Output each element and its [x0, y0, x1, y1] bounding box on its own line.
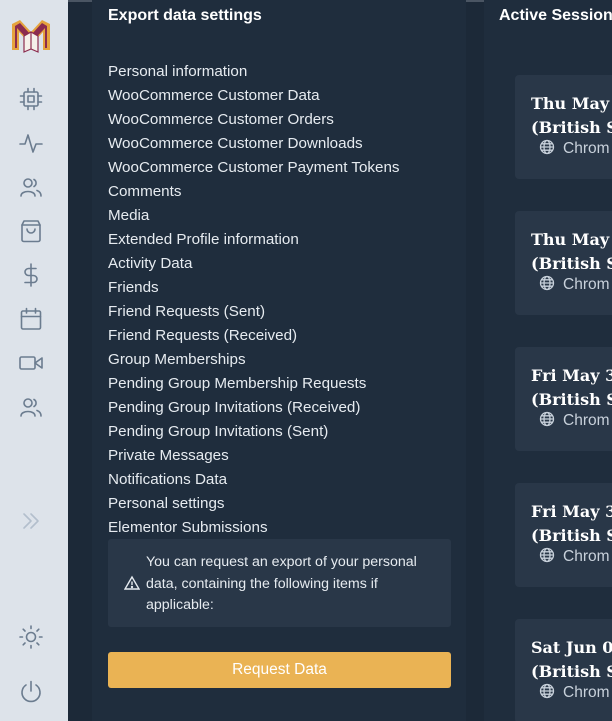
session-browser: Chrom — [539, 683, 610, 703]
session-date-line: Thu May 3 — [531, 230, 612, 249]
session-card[interactable]: Sat Jun 01 (British Su Chrom — [515, 619, 612, 721]
export-item: Friend Requests (Sent) — [108, 303, 266, 320]
session-date: Fri May 31 (British Su — [531, 500, 612, 548]
sun-icon[interactable] — [18, 624, 44, 650]
power-icon[interactable] — [18, 679, 44, 705]
session-browser-name: Chrom — [563, 412, 610, 429]
app-logo[interactable] — [10, 18, 52, 54]
users-icon[interactable] — [18, 174, 44, 200]
export-item: Pending Group Invitations (Received) — [108, 399, 361, 416]
globe-icon — [539, 683, 555, 699]
session-browser-name: Chrom — [563, 684, 610, 701]
session-date-line: Thu May 3 — [531, 94, 612, 113]
session-card[interactable]: Fri May 31 (British Su Chrom — [515, 347, 612, 451]
session-date: Sat Jun 01 (British Su — [531, 636, 612, 684]
export-item: Activity Data — [108, 255, 193, 272]
globe-icon — [539, 139, 555, 155]
group-icon[interactable] — [18, 394, 44, 420]
request-data-button[interactable]: Request Data — [108, 652, 451, 688]
export-item: Notifications Data — [108, 471, 228, 488]
globe-icon — [539, 411, 555, 427]
session-browser-name: Chrom — [563, 276, 610, 293]
shopping-bag-icon[interactable] — [18, 218, 44, 244]
session-card[interactable]: Thu May 3 (British Su Chrom — [515, 75, 612, 179]
export-item: Comments — [108, 183, 182, 200]
export-item: Group Memberships — [108, 351, 246, 368]
globe-icon — [539, 547, 555, 563]
session-browser-name: Chrom — [563, 548, 610, 565]
export-notice: You can request an export of your person… — [108, 539, 451, 627]
session-date: Thu May 3 (British Su — [531, 228, 612, 276]
session-browser: Chrom — [539, 411, 610, 431]
export-item: Pending Group Membership Requests — [108, 375, 367, 392]
session-timezone: (British Su — [531, 118, 612, 137]
globe-icon — [539, 275, 555, 291]
session-date-line: Fri May 31 — [531, 366, 612, 385]
session-date-line: Sat Jun 01 — [531, 638, 612, 657]
warning-icon — [123, 575, 141, 591]
cpu-icon[interactable] — [18, 86, 44, 112]
session-timezone: (British Su — [531, 662, 612, 681]
session-browser-name: Chrom — [563, 140, 610, 157]
session-timezone: (British Su — [531, 254, 612, 273]
session-date: Thu May 3 (British Su — [531, 92, 612, 140]
sidebar — [0, 0, 68, 721]
activity-icon[interactable] — [18, 130, 44, 156]
export-item: Extended Profile information — [108, 231, 299, 248]
expand-icon[interactable] — [18, 508, 44, 534]
export-items-list: Personal information WooCommerce Customer… — [108, 60, 458, 540]
notice-text: You can request an export of your person… — [146, 554, 417, 613]
video-icon[interactable] — [18, 350, 44, 376]
session-browser: Chrom — [539, 139, 610, 159]
session-card[interactable]: Fri May 31 (British Su Chrom — [515, 483, 612, 587]
calendar-icon[interactable] — [18, 306, 44, 332]
export-item: Elementor Submissions — [108, 519, 268, 536]
session-timezone: (British Su — [531, 390, 612, 409]
export-panel-title: Export data settings — [108, 7, 262, 24]
session-card[interactable]: Thu May 3 (British Su Chrom — [515, 211, 612, 315]
export-item: WooCommerce Customer Data — [108, 87, 320, 104]
export-item: Friend Requests (Received) — [108, 327, 298, 344]
export-item: Pending Group Invitations (Sent) — [108, 423, 329, 440]
dollar-icon[interactable] — [18, 262, 44, 288]
session-timezone: (British Su — [531, 526, 612, 545]
export-item: Private Messages — [108, 447, 229, 464]
export-item: WooCommerce Customer Payment Tokens — [108, 159, 400, 176]
export-item: Personal settings — [108, 495, 225, 512]
export-item: WooCommerce Customer Downloads — [108, 135, 363, 152]
export-item: WooCommerce Customer Orders — [108, 111, 334, 128]
sessions-panel-title: Active Session — [499, 7, 612, 24]
session-browser: Chrom — [539, 547, 610, 567]
session-date-line: Fri May 31 — [531, 502, 612, 521]
export-item: Friends — [108, 279, 159, 296]
export-item: Personal information — [108, 63, 248, 80]
session-date: Fri May 31 (British Su — [531, 364, 612, 412]
export-item: Media — [108, 207, 150, 224]
session-browser: Chrom — [539, 275, 610, 295]
